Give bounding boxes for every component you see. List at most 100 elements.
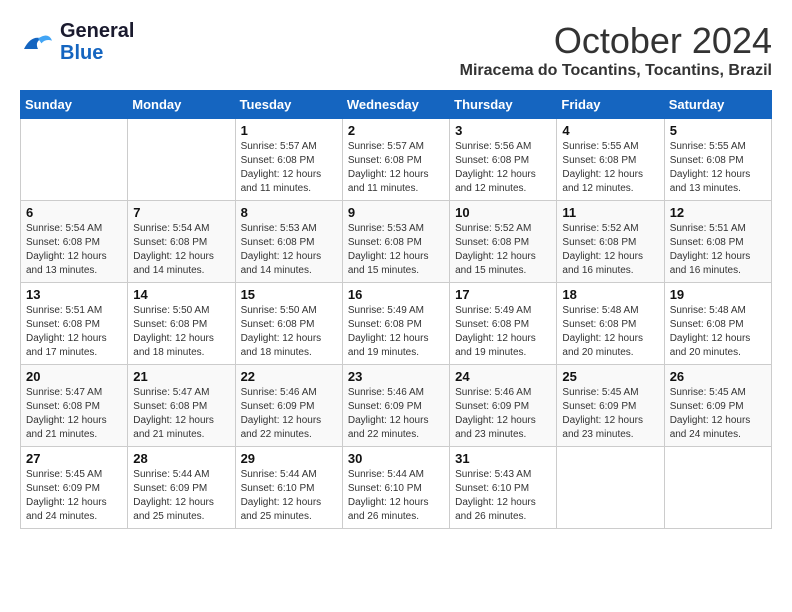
calendar-cell: 28Sunrise: 5:44 AM Sunset: 6:09 PM Dayli… bbox=[128, 447, 235, 529]
day-header-thursday: Thursday bbox=[450, 91, 557, 119]
day-header-monday: Monday bbox=[128, 91, 235, 119]
day-info: Sunrise: 5:44 AM Sunset: 6:10 PM Dayligh… bbox=[348, 468, 444, 524]
day-info: Sunrise: 5:46 AM Sunset: 6:09 PM Dayligh… bbox=[348, 386, 444, 442]
day-info: Sunrise: 5:48 AM Sunset: 6:08 PM Dayligh… bbox=[562, 304, 658, 360]
calendar-cell: 10Sunrise: 5:52 AM Sunset: 6:08 PM Dayli… bbox=[450, 201, 557, 283]
calendar-cell: 4 Sunrise: 5:55 AM Sunset: 6:08 PM Daylig… bbox=[557, 119, 664, 201]
week-row-5: 27Sunrise: 5:45 AM Sunset: 6:09 PM Dayli… bbox=[21, 447, 772, 529]
day-info: Sunrise: 5:52 AM Sunset: 6:08 PM Dayligh… bbox=[562, 222, 658, 278]
calendar-cell: 19 Sunrise: 5:48 AM Sunset: 6:08 PM Dayli… bbox=[664, 283, 771, 365]
day-number: 6 bbox=[26, 205, 122, 220]
day-info: Sunrise: 5:50 AM Sunset: 6:08 PM Dayligh… bbox=[133, 304, 229, 360]
calendar-cell: 9 Sunrise: 5:53 AM Sunset: 6:08 PM Daylig… bbox=[342, 201, 449, 283]
week-row-3: 13 Sunrise: 5:51 AM Sunset: 6:08 PM Dayli… bbox=[21, 283, 772, 365]
day-header-friday: Friday bbox=[557, 91, 664, 119]
day-info: Sunrise: 5:46 AM Sunset: 6:09 PM Dayligh… bbox=[241, 386, 337, 442]
calendar-cell: 14 Sunrise: 5:50 AM Sunset: 6:08 PM Dayli… bbox=[128, 283, 235, 365]
calendar-cell: 6 Sunrise: 5:54 AM Sunset: 6:08 PM Daylig… bbox=[21, 201, 128, 283]
calendar-cell: 16 Sunrise: 5:49 AM Sunset: 6:08 PM Dayli… bbox=[342, 283, 449, 365]
calendar-cell: 12 Sunrise: 5:51 AM Sunset: 6:08 PM Dayli… bbox=[664, 201, 771, 283]
calendar-cell: 11 Sunrise: 5:52 AM Sunset: 6:08 PM Dayli… bbox=[557, 201, 664, 283]
day-info: Sunrise: 5:55 AM Sunset: 6:08 PM Dayligh… bbox=[670, 140, 766, 196]
day-info: Sunrise: 5:48 AM Sunset: 6:08 PM Dayligh… bbox=[670, 304, 766, 360]
day-info: Sunrise: 5:45 AM Sunset: 6:09 PM Dayligh… bbox=[562, 386, 658, 442]
day-info: Sunrise: 5:45 AM Sunset: 6:09 PM Dayligh… bbox=[26, 468, 122, 524]
day-info: Sunrise: 5:53 AM Sunset: 6:08 PM Dayligh… bbox=[348, 222, 444, 278]
day-number: 23 bbox=[348, 369, 444, 384]
day-info: Sunrise: 5:56 AM Sunset: 6:08 PM Dayligh… bbox=[455, 140, 551, 196]
calendar-cell: 24 Sunrise: 5:46 AM Sunset: 6:09 PM Dayli… bbox=[450, 365, 557, 447]
day-header-wednesday: Wednesday bbox=[342, 91, 449, 119]
header-row: SundayMondayTuesdayWednesdayThursdayFrid… bbox=[21, 91, 772, 119]
day-number: 25 bbox=[562, 369, 658, 384]
day-number: 24 bbox=[455, 369, 551, 384]
day-header-sunday: Sunday bbox=[21, 91, 128, 119]
day-number: 11 bbox=[562, 205, 658, 220]
day-number: 12 bbox=[670, 205, 766, 220]
calendar-cell: 30 Sunrise: 5:44 AM Sunset: 6:10 PM Dayli… bbox=[342, 447, 449, 529]
day-number: 1 bbox=[241, 123, 337, 138]
day-info: Sunrise: 5:51 AM Sunset: 6:08 PM Dayligh… bbox=[670, 222, 766, 278]
calendar-cell: 3Sunrise: 5:56 AM Sunset: 6:08 PM Daylig… bbox=[450, 119, 557, 201]
calendar-cell: 18 Sunrise: 5:48 AM Sunset: 6:08 PM Dayli… bbox=[557, 283, 664, 365]
day-info: Sunrise: 5:47 AM Sunset: 6:08 PM Dayligh… bbox=[26, 386, 122, 442]
location-title: Miracema do Tocantins, Tocantins, Brazil bbox=[460, 62, 772, 80]
day-number: 14 bbox=[133, 287, 229, 302]
calendar-cell bbox=[664, 447, 771, 529]
day-info: Sunrise: 5:55 AM Sunset: 6:08 PM Dayligh… bbox=[562, 140, 658, 196]
calendar-cell: 20 Sunrise: 5:47 AM Sunset: 6:08 PM Dayli… bbox=[21, 365, 128, 447]
calendar-cell: 26Sunrise: 5:45 AM Sunset: 6:09 PM Dayli… bbox=[664, 365, 771, 447]
calendar-table: SundayMondayTuesdayWednesdayThursdayFrid… bbox=[20, 90, 772, 529]
day-number: 9 bbox=[348, 205, 444, 220]
calendar-cell: 23 Sunrise: 5:46 AM Sunset: 6:09 PM Dayli… bbox=[342, 365, 449, 447]
week-row-1: 1 Sunrise: 5:57 AM Sunset: 6:08 PM Daylig… bbox=[21, 119, 772, 201]
logo-icon bbox=[20, 28, 56, 56]
week-row-4: 20 Sunrise: 5:47 AM Sunset: 6:08 PM Dayli… bbox=[21, 365, 772, 447]
day-info: Sunrise: 5:54 AM Sunset: 6:08 PM Dayligh… bbox=[26, 222, 122, 278]
day-number: 19 bbox=[670, 287, 766, 302]
day-info: Sunrise: 5:51 AM Sunset: 6:08 PM Dayligh… bbox=[26, 304, 122, 360]
day-number: 26 bbox=[670, 369, 766, 384]
page-header: General Blue October 2024 Miracema do To… bbox=[20, 20, 772, 80]
logo-line1: General bbox=[60, 20, 134, 42]
calendar-cell: 27Sunrise: 5:45 AM Sunset: 6:09 PM Dayli… bbox=[21, 447, 128, 529]
calendar-cell: 2Sunrise: 5:57 AM Sunset: 6:08 PM Daylig… bbox=[342, 119, 449, 201]
calendar-cell: 17 Sunrise: 5:49 AM Sunset: 6:08 PM Dayli… bbox=[450, 283, 557, 365]
calendar-cell: 31Sunrise: 5:43 AM Sunset: 6:10 PM Dayli… bbox=[450, 447, 557, 529]
calendar-cell: 22Sunrise: 5:46 AM Sunset: 6:09 PM Dayli… bbox=[235, 365, 342, 447]
day-number: 30 bbox=[348, 451, 444, 466]
day-info: Sunrise: 5:46 AM Sunset: 6:09 PM Dayligh… bbox=[455, 386, 551, 442]
day-number: 29 bbox=[241, 451, 337, 466]
day-number: 16 bbox=[348, 287, 444, 302]
day-number: 15 bbox=[241, 287, 337, 302]
day-info: Sunrise: 5:44 AM Sunset: 6:10 PM Dayligh… bbox=[241, 468, 337, 524]
day-header-tuesday: Tuesday bbox=[235, 91, 342, 119]
day-number: 18 bbox=[562, 287, 658, 302]
day-number: 21 bbox=[133, 369, 229, 384]
day-info: Sunrise: 5:49 AM Sunset: 6:08 PM Dayligh… bbox=[348, 304, 444, 360]
month-title: October 2024 bbox=[460, 20, 772, 62]
logo-line2: Blue bbox=[60, 42, 103, 64]
logo: General Blue bbox=[20, 20, 134, 64]
title-section: October 2024 Miracema do Tocantins, Toca… bbox=[460, 20, 772, 80]
day-number: 2 bbox=[348, 123, 444, 138]
day-header-saturday: Saturday bbox=[664, 91, 771, 119]
day-number: 4 bbox=[562, 123, 658, 138]
week-row-2: 6 Sunrise: 5:54 AM Sunset: 6:08 PM Daylig… bbox=[21, 201, 772, 283]
calendar-cell: 15Sunrise: 5:50 AM Sunset: 6:08 PM Dayli… bbox=[235, 283, 342, 365]
day-number: 31 bbox=[455, 451, 551, 466]
day-info: Sunrise: 5:57 AM Sunset: 6:08 PM Dayligh… bbox=[241, 140, 337, 196]
calendar-cell: 7 Sunrise: 5:54 AM Sunset: 6:08 PM Daylig… bbox=[128, 201, 235, 283]
day-number: 17 bbox=[455, 287, 551, 302]
day-info: Sunrise: 5:49 AM Sunset: 6:08 PM Dayligh… bbox=[455, 304, 551, 360]
calendar-cell: 25 Sunrise: 5:45 AM Sunset: 6:09 PM Dayli… bbox=[557, 365, 664, 447]
day-info: Sunrise: 5:54 AM Sunset: 6:08 PM Dayligh… bbox=[133, 222, 229, 278]
calendar-cell: 21 Sunrise: 5:47 AM Sunset: 6:08 PM Dayli… bbox=[128, 365, 235, 447]
logo-text: General Blue bbox=[60, 20, 134, 64]
day-number: 20 bbox=[26, 369, 122, 384]
calendar-cell: 1 Sunrise: 5:57 AM Sunset: 6:08 PM Daylig… bbox=[235, 119, 342, 201]
day-number: 7 bbox=[133, 205, 229, 220]
day-info: Sunrise: 5:47 AM Sunset: 6:08 PM Dayligh… bbox=[133, 386, 229, 442]
day-number: 13 bbox=[26, 287, 122, 302]
calendar-cell bbox=[128, 119, 235, 201]
